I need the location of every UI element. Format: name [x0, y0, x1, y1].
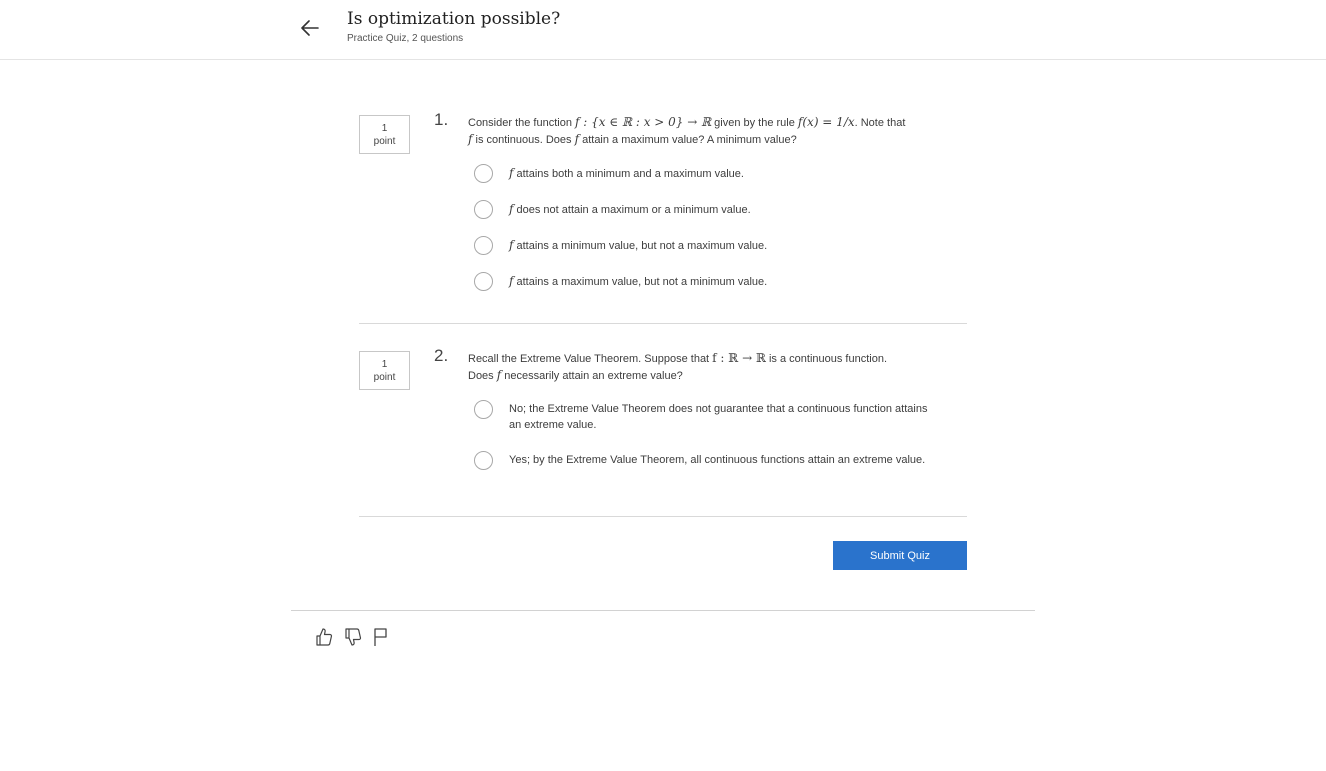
question-divider [359, 516, 967, 517]
option-label: f attains both a minimum and a maximum v… [509, 166, 744, 180]
answer-option[interactable]: f attains a minimum value, but not a max… [474, 236, 929, 255]
thumbs-down-icon[interactable] [344, 627, 362, 647]
math-expression: f : ℝ → ℝ [712, 351, 766, 365]
question-number: 1. [434, 110, 449, 129]
footer-divider [291, 610, 1035, 611]
radio-button[interactable] [474, 272, 493, 291]
question-divider [359, 323, 967, 324]
answer-option[interactable]: No; the Extreme Value Theorem does not g… [474, 400, 929, 433]
option-label: No; the Extreme Value Theorem does not g… [509, 403, 928, 431]
page-title: Is optimization possible? [347, 9, 561, 29]
math-expression: f : {x ∈ ℝ : x > 0} → ℝ [575, 115, 712, 129]
option-label: f attains a minimum value, but not a max… [509, 238, 768, 252]
radio-button[interactable] [474, 164, 493, 183]
points-label: point [373, 136, 396, 147]
arrow-left-icon [301, 20, 319, 36]
option-label: Yes; by the Extreme Value Theorem, all c… [509, 454, 926, 466]
answer-option[interactable]: f attains a maximum value, but not a min… [474, 272, 929, 291]
page-subtitle: Practice Quiz, 2 questions [347, 33, 464, 44]
points-badge: 1 point [359, 115, 410, 154]
math-expression: f(x) = 1/x [797, 115, 855, 129]
option-label: f does not attain a maximum or a minimum… [509, 202, 751, 216]
page-header: Is optimization possible? Practice Quiz,… [0, 0, 1326, 60]
answer-option[interactable]: Yes; by the Extreme Value Theorem, all c… [474, 451, 929, 470]
points-label: point [373, 372, 396, 383]
option-label: f attains a maximum value, but not a min… [509, 274, 768, 288]
radio-button[interactable] [474, 400, 493, 419]
back-button[interactable] [296, 16, 324, 40]
points-value: 1 [381, 359, 388, 370]
radio-button[interactable] [474, 200, 493, 219]
question-text: Consider the function f : {x ∈ ℝ : x > 0… [468, 115, 906, 146]
question-text: Recall the Extreme Value Theorem. Suppos… [468, 351, 887, 382]
submit-quiz-button[interactable]: Submit Quiz [833, 541, 967, 570]
question-number: 2. [434, 346, 449, 365]
radio-button[interactable] [474, 236, 493, 255]
answer-option[interactable]: f attains both a minimum and a maximum v… [474, 164, 929, 183]
points-value: 1 [381, 123, 388, 134]
radio-button[interactable] [474, 451, 493, 470]
points-badge: 1 point [359, 351, 410, 390]
thumbs-up-icon[interactable] [315, 627, 333, 647]
flag-icon[interactable] [372, 627, 390, 647]
answer-option[interactable]: f does not attain a maximum or a minimum… [474, 200, 929, 219]
